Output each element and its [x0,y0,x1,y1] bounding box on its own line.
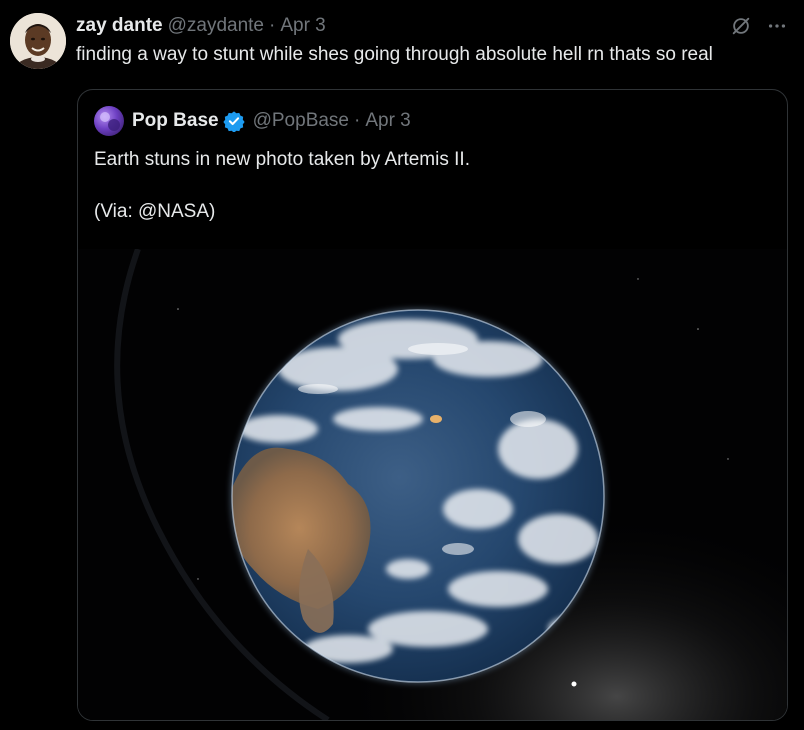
more-options-icon[interactable] [766,15,788,37]
quoted-tweet-date[interactable]: Apr 3 [365,110,410,132]
quoted-separator-dot: · [354,110,361,131]
author-handle[interactable]: @zaydante [168,15,264,37]
quoted-text-line-2: (Via: @NASA) [94,201,216,222]
tweet-header-actions [730,14,788,38]
earth-photo[interactable] [78,249,787,720]
quoted-author-avatar[interactable] [94,106,124,136]
tweet-header: zay dante @zaydante · Apr 3 [76,14,326,38]
quoted-tweet-header: Pop Base @PopBase · Apr 3 [94,106,411,136]
quoted-text-line-1: Earth stuns in new photo taken by Artemi… [94,149,470,170]
quoted-tweet-text: Earth stuns in new photo taken by Artemi… [94,147,470,225]
grok-icon[interactable] [730,15,752,37]
quoted-author-name[interactable]: Pop Base [132,110,219,132]
tweet-text: finding a way to stunt while shes going … [76,44,713,65]
author-name[interactable]: zay dante [76,15,163,37]
verified-badge-icon [222,110,245,132]
separator-dot: · [269,15,276,36]
tweet[interactable]: zay dante @zaydante · Apr 3 finding a wa… [0,0,804,730]
quoted-tweet-card[interactable]: Pop Base @PopBase · Apr 3 Earth stuns in… [77,89,788,721]
tweet-date[interactable]: Apr 3 [280,15,325,37]
author-avatar[interactable] [10,13,66,69]
quoted-author-handle[interactable]: @PopBase [253,110,349,132]
